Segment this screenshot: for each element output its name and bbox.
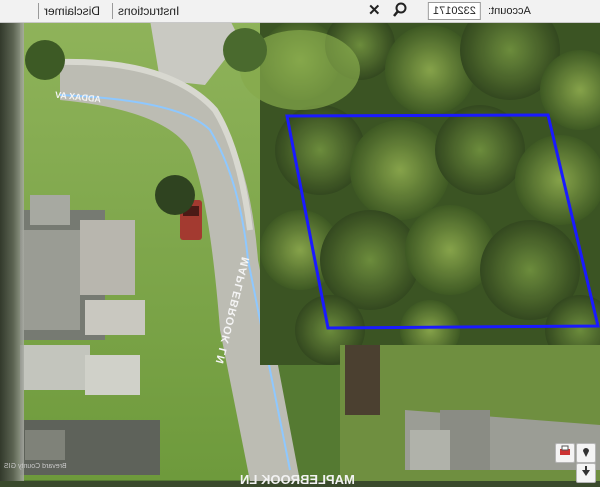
screen-edge — [0, 22, 24, 481]
toolbar-divider — [112, 3, 113, 19]
aerial-imagery — [0, 0, 600, 481]
map-toolbar: Instructions Disclaimer ✕ 2320171 Accoun… — [0, 0, 600, 23]
aerial-map[interactable]: MAPLEBROOK LN ADDAX AV — [0, 0, 600, 481]
close-icon[interactable]: ✕ — [368, 0, 381, 22]
search-icon[interactable] — [393, 2, 407, 17]
pin-icon[interactable] — [576, 443, 596, 463]
account-field[interactable]: 2320171 — [428, 2, 481, 20]
toolbar-divider — [38, 3, 39, 19]
map-copyright: Brevard County GIS — [4, 463, 67, 470]
arrow-icon[interactable] — [576, 463, 596, 483]
account-label: Account: — [488, 5, 531, 17]
disclaimer-link[interactable]: Disclaimer — [44, 0, 100, 22]
instructions-link[interactable]: Instructions — [118, 0, 179, 22]
street-label-bottom: MAPLEBROOK LN — [240, 472, 355, 487]
print-icon[interactable] — [555, 443, 575, 463]
